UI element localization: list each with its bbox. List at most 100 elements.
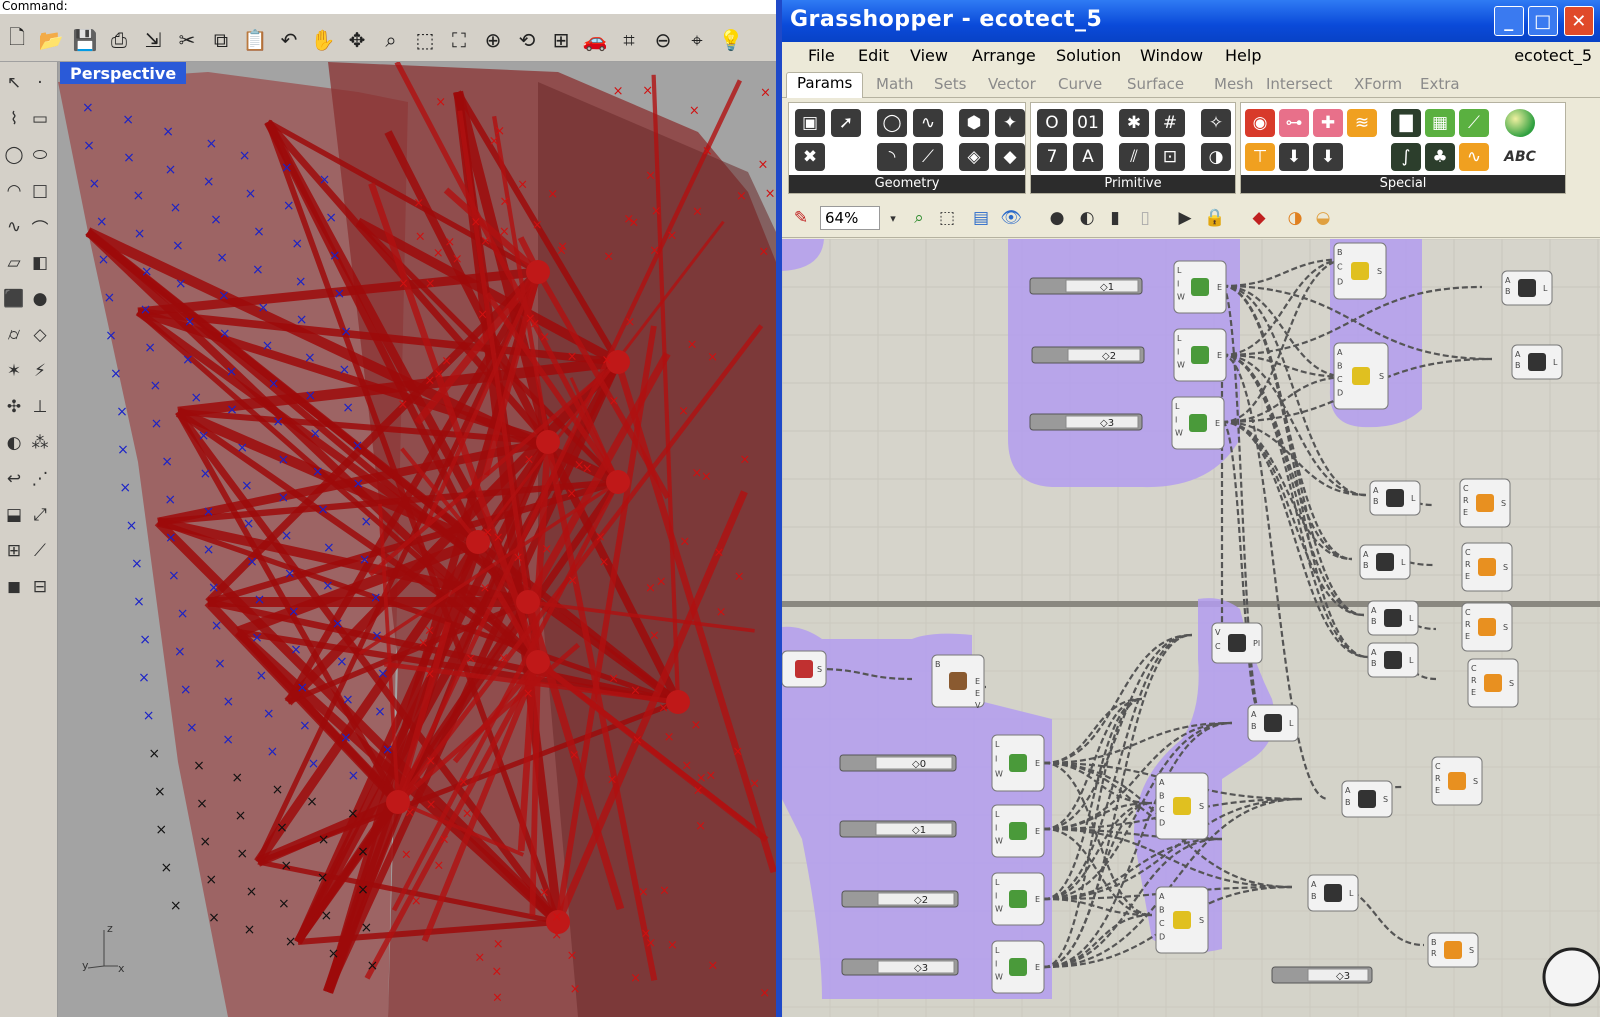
input-port[interactable]: L — [1177, 334, 1182, 343]
input-port[interactable]: I — [995, 823, 997, 832]
ellipse-icon[interactable]: ⬭ — [28, 140, 52, 170]
car-icon[interactable]: 🚗 — [580, 25, 610, 55]
graph-icon[interactable]: ∫ — [1391, 143, 1421, 171]
input-port[interactable]: B — [1159, 792, 1165, 801]
line-8[interactable]: AB L — [1307, 874, 1359, 912]
number-slider-5[interactable]: ◇1 — [839, 820, 957, 838]
divide-curve-6[interactable]: LIW E — [991, 872, 1045, 926]
osnap-icon[interactable]: ⌖ — [682, 25, 712, 55]
input-port[interactable]: E — [1471, 688, 1476, 697]
output-port[interactable]: S — [1199, 916, 1204, 925]
zoom-window-icon[interactable]: ⬚ — [410, 25, 440, 55]
pipe-5[interactable]: CRE S — [1431, 756, 1483, 806]
output-port[interactable]: L — [1349, 889, 1354, 898]
maximize-button[interactable]: □ — [1528, 6, 1558, 36]
output-port[interactable]: E — [1217, 283, 1222, 292]
group-icon[interactable]: ⁂ — [28, 428, 52, 458]
grasshopper-canvas[interactable]: ◇1 ◇2 ◇3 L I W E L I W E L I W E B C D S A B C D S A B L A B L A B L A B L A… — [782, 239, 1600, 1017]
output-port[interactable]: L — [1543, 284, 1548, 293]
print-icon[interactable]: ⎙ — [104, 25, 134, 55]
viewport-title[interactable]: Perspective — [60, 62, 187, 84]
tab-extra[interactable]: Extra — [1420, 75, 1460, 93]
material-icon[interactable]: ◑ — [1282, 206, 1308, 230]
tab-vector[interactable]: Vector — [988, 75, 1036, 93]
light-icon[interactable]: 💡 — [716, 25, 746, 55]
input-port[interactable]: R — [1465, 620, 1471, 629]
tab-intersect[interactable]: Intersect — [1266, 75, 1332, 93]
zoom-icon[interactable]: ⌕ — [376, 25, 406, 55]
lock-solver-icon[interactable]: 🔒 — [1202, 206, 1228, 230]
open-icon[interactable]: 📂 — [36, 25, 66, 55]
time-param-icon[interactable]: ◑ — [1201, 143, 1231, 171]
divide-curve-2[interactable]: LIW E — [1173, 328, 1227, 382]
output-port[interactable]: E — [1035, 759, 1040, 768]
line-2[interactable]: AB L — [1511, 344, 1563, 380]
swatch-icon[interactable] — [1505, 109, 1535, 137]
brep-param[interactable]: S — [782, 650, 827, 688]
input-port[interactable]: L — [1177, 266, 1182, 275]
zoom-extents-icon[interactable]: ⌕ — [906, 206, 932, 230]
tab-params[interactable]: Params — [786, 72, 864, 98]
gradient-icon[interactable]: ⟋ — [1459, 109, 1489, 137]
minimize-button[interactable]: _ — [1494, 6, 1524, 36]
close-button[interactable]: ✕ — [1564, 6, 1594, 36]
zoom-level-field[interactable]: 64% — [820, 206, 880, 230]
input-port[interactable]: R — [1471, 676, 1477, 685]
input-port[interactable]: I — [995, 755, 997, 764]
output-port[interactable]: E — [1035, 963, 1040, 972]
input-port[interactable]: E — [1463, 508, 1468, 517]
input-port[interactable]: C — [1435, 762, 1441, 771]
divide-curve-5[interactable]: LIW E — [991, 804, 1045, 858]
cluster-icon[interactable]: ◒ — [1310, 206, 1336, 230]
histogram-icon[interactable]: ▇ — [1391, 109, 1421, 137]
input-port[interactable]: C — [1159, 919, 1165, 928]
output-port[interactable]: S — [1383, 795, 1388, 804]
input-port[interactable]: A — [1311, 880, 1317, 889]
tab-xform[interactable]: XForm — [1354, 75, 1402, 93]
extrude-icon[interactable]: ⬓ — [2, 500, 26, 530]
input-port[interactable]: B — [1371, 659, 1377, 668]
input-port[interactable]: W — [995, 905, 1003, 914]
input-port[interactable]: R — [1431, 949, 1437, 958]
output-port[interactable]: S — [817, 665, 822, 674]
tab-curve[interactable]: Curve — [1058, 75, 1102, 93]
number-slider-6[interactable]: ◇2 — [841, 890, 959, 908]
cut-icon[interactable]: ✂ — [172, 25, 202, 55]
output-port[interactable]: L — [1409, 656, 1414, 665]
input-port[interactable]: R — [1435, 774, 1441, 783]
divide-curve-7[interactable]: LIW E — [991, 940, 1045, 994]
box-icon[interactable]: ⬛ — [2, 284, 26, 314]
circle-icon[interactable]: ◯ — [2, 140, 26, 170]
point-param-icon[interactable]: ✖ — [795, 143, 825, 171]
output-port[interactable]: L — [1401, 558, 1406, 567]
surface-4pt-4[interactable]: ABCD S — [1155, 886, 1209, 954]
input-port[interactable]: A — [1345, 786, 1351, 795]
patch-icon[interactable]: ◧ — [28, 248, 52, 278]
input-port[interactable]: L — [1175, 402, 1180, 411]
output-port[interactable]: S — [1501, 499, 1506, 508]
input-port[interactable]: C — [1465, 608, 1471, 617]
pipe-4[interactable]: CRE S — [1467, 658, 1519, 708]
edit-points-icon[interactable]: ⋰ — [28, 464, 52, 494]
number-slider-3[interactable]: ◇3 — [1029, 413, 1143, 431]
perspective-viewport[interactable]: Perspective × × × × × × × × × × × × × × × × × × × × × × × × × × × ×… — [58, 62, 776, 1017]
input-port[interactable]: B — [1159, 906, 1165, 915]
preview-icon[interactable]: 👁 — [998, 206, 1024, 230]
zoom-dropdown-icon[interactable]: ▾ — [880, 206, 906, 230]
input-port[interactable]: C — [1471, 664, 1477, 673]
input-port[interactable]: I — [1175, 415, 1177, 424]
array-icon[interactable]: ⊞ — [2, 536, 26, 566]
input-port[interactable]: V — [1215, 628, 1221, 637]
output-port[interactable]: E — [1215, 419, 1220, 428]
output-port[interactable]: S — [1199, 802, 1204, 811]
input-port[interactable]: A — [1373, 486, 1379, 495]
input-port[interactable]: B — [1373, 497, 1379, 506]
input-port[interactable]: A — [1159, 892, 1165, 901]
output-port[interactable]: E — [975, 677, 980, 686]
input-port[interactable]: A — [1159, 778, 1165, 787]
input-port[interactable]: W — [995, 769, 1003, 778]
scale-icon[interactable]: ⤢ — [28, 500, 52, 530]
input-port[interactable]: D — [1337, 277, 1343, 286]
output-port[interactable]: V — [975, 701, 981, 710]
wire[interactable] — [1221, 420, 1367, 497]
